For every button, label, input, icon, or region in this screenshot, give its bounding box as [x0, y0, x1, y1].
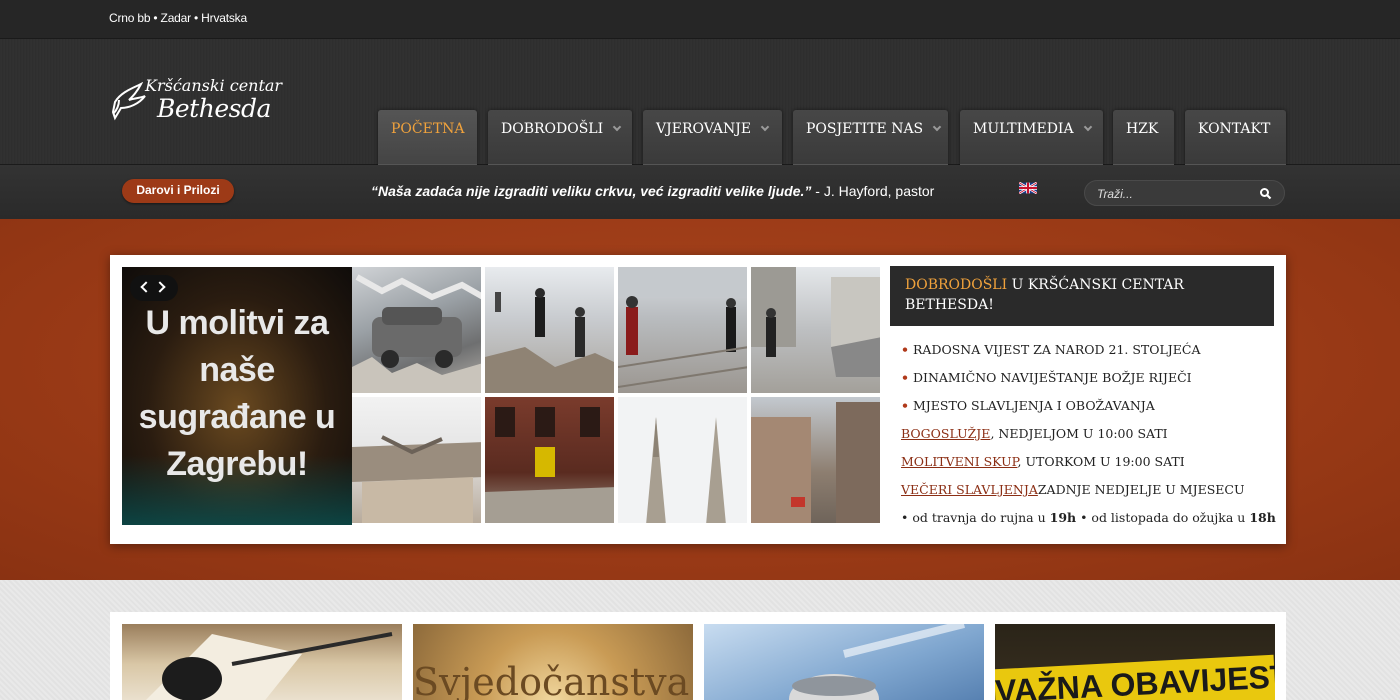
logo-line1: Kršćanski centar [145, 76, 283, 95]
brick-building-image [485, 407, 614, 523]
photo-old-street [751, 397, 882, 525]
bullet-icon: • [901, 398, 909, 413]
card-svjedocanstva[interactable]: Svjedočanstva! [413, 624, 693, 700]
chevron-down-icon [1083, 122, 1092, 132]
address-text: Crno bb • Zadar • Hrvatska [109, 11, 247, 25]
nav-item-dobrodosli[interactable]: DOBRODOŠLI [488, 110, 632, 165]
slide-caption: U molitvi za naše sugrađane u Zagrebu! [138, 304, 336, 483]
bullet-icon: • [901, 370, 909, 385]
service-time: ZADNJE NEDJELJE U MJESECU [1037, 482, 1245, 497]
nav-item-hzk[interactable]: HZK [1113, 110, 1174, 165]
nav-item-posjetite-nas[interactable]: POSJETITE NAS [793, 110, 948, 165]
logo-line2: Bethesda [157, 94, 271, 123]
service-time: , UTORKOM U 19:00 SATI [1017, 454, 1185, 469]
list-item: • RADOSNA VIJEST ZA NAROD 21. STOLJEĆA [901, 340, 1201, 360]
nav-label: KONTAKT [1198, 121, 1271, 137]
nav-item-multimedia[interactable]: MULTIMEDIA [960, 110, 1103, 165]
photo-brick-building [485, 397, 616, 525]
nav-item-vjerovanje[interactable]: VJEROVANJE [643, 110, 782, 165]
hero-section: U molitvi za naše sugrađane u Zagrebu! D… [0, 219, 1400, 580]
search-box [1084, 180, 1285, 206]
bullet-icon: • [901, 342, 909, 357]
hero-panel: U molitvi za naše sugrađane u Zagrebu! D… [110, 255, 1286, 544]
nav-label: HZK [1126, 121, 1159, 137]
roof-image [352, 435, 481, 523]
site-logo[interactable]: Kršćanski centar Bethesda [111, 76, 286, 128]
photo-rubble-car [352, 267, 483, 395]
chevron-down-icon [612, 122, 622, 132]
nav-item-kontakt[interactable]: KONTAKT [1185, 110, 1286, 165]
schedule-winter: • od listopada do ožujka u [1076, 510, 1250, 525]
salt-shaker-image [789, 624, 965, 700]
service-time: , NEDJELJOM U 10:00 SATI [990, 426, 1168, 441]
list-item: • DINAMIČNO NAVIJEŠTANJE BOŽJE RIJEČI [901, 368, 1192, 388]
schedule-winter-time: 18h [1249, 510, 1276, 525]
feature-cards: Svjedočanstva! VAŽNA OBAVIJEST! [110, 612, 1286, 700]
nav-label: VJEROVANJE [656, 121, 752, 137]
sub-bar: Darovi i Prilozi “Naša zadaća nije izgra… [0, 165, 1400, 219]
bogosluzje-link[interactable]: BOGOSLUŽJE [901, 426, 990, 441]
welcome-title: DOBRODOŠLI U KRŠĆANSKI CENTAR BETHESDA! [905, 275, 1265, 315]
list-item-text: RADOSNA VIJEST ZA NAROD 21. STOLJEĆA [913, 342, 1201, 357]
photo-street-people [485, 267, 616, 395]
lower-section: Svjedočanstva! VAŽNA OBAVIJEST! [0, 580, 1400, 700]
earthquake-photo-grid [352, 267, 882, 525]
chevron-right-icon[interactable] [154, 281, 166, 293]
rubble-image [352, 274, 481, 393]
service-bogosluzje: BOGOSLUŽJE, NEDJELJOM U 10:00 SATI [901, 424, 1168, 444]
cathedral-image [646, 417, 726, 523]
photo-damaged-roof [352, 397, 483, 525]
chevron-down-icon [932, 122, 942, 132]
photo-street-building [751, 267, 882, 395]
list-item-text: MJESTO SLAVLJENJA I OBOŽAVANJA [913, 398, 1155, 413]
quote-author: - J. Hayford, pastor [811, 183, 935, 199]
nav-item-pocetna[interactable]: POČETNA [378, 110, 477, 165]
search-icon[interactable] [1259, 187, 1273, 201]
search-input[interactable] [1097, 185, 1247, 202]
photo-square-people [618, 267, 749, 395]
chevron-down-icon [760, 122, 770, 132]
square-image [618, 267, 747, 388]
slider-arrows [130, 275, 178, 301]
list-item: • MJESTO SLAVLJENJA I OBOŽAVANJA [901, 396, 1155, 416]
slider-slide[interactable]: U molitvi za naše sugrađane u Zagrebu! [122, 267, 352, 525]
schedule-summer-time: 19h [1049, 510, 1077, 525]
list-item-text: DINAMIČNO NAVIJEŠTANJE BOŽJE RIJEČI [913, 370, 1192, 385]
pastor-quote: “Naša zadaća nije izgraditi veliku crkvu… [371, 183, 934, 199]
donate-button[interactable]: Darovi i Prilozi [122, 179, 234, 203]
nav-label: POSJETITE NAS [806, 121, 924, 137]
photo-cathedral-towers [618, 397, 749, 525]
welcome-highlight: DOBRODOŠLI [905, 277, 1008, 293]
service-molitveni-skup: MOLITVENI SKUP, UTORKOM U 19:00 SATI [901, 452, 1185, 472]
street-building-image [751, 267, 880, 377]
veceri-slavljenja-link[interactable]: VEČERI SLAVLJENJA [901, 482, 1038, 497]
card-title: Svjedočanstva! [413, 660, 693, 700]
nav-label: POČETNA [391, 121, 465, 137]
welcome-banner: DOBRODOŠLI U KRŠĆANSKI CENTAR BETHESDA! [890, 266, 1274, 326]
schedule-summer: • od travnja do rujna u [901, 510, 1050, 525]
chevron-left-icon[interactable] [140, 281, 152, 293]
street-image [485, 288, 614, 393]
quote-text: “Naša zadaća nije izgraditi veliku crkvu… [371, 183, 812, 199]
site-header: Kršćanski centar Bethesda POČETNA DOBROD… [0, 39, 1400, 165]
card-salt[interactable] [704, 624, 984, 700]
uk-flag-icon[interactable] [1019, 182, 1037, 194]
molitveni-skup-link[interactable]: MOLITVENI SKUP [901, 454, 1018, 469]
schedule-row: • od travnja do rujna u 19h • od listopa… [901, 508, 1276, 528]
dove-icon [111, 82, 146, 121]
card-obavijest[interactable]: VAŽNA OBAVIJEST! [995, 624, 1275, 700]
quill-ink-image [146, 632, 393, 700]
old-street-image [751, 402, 880, 523]
top-bar: Crno bb • Zadar • Hrvatska [0, 0, 1400, 39]
service-veceri-slavljenja: VEČERI SLAVLJENJAZADNJE NEDJELJE U MJESE… [901, 480, 1245, 500]
card-writing[interactable] [122, 624, 402, 700]
nav-label: DOBRODOŠLI [501, 121, 604, 137]
nav-label: MULTIMEDIA [973, 121, 1074, 137]
